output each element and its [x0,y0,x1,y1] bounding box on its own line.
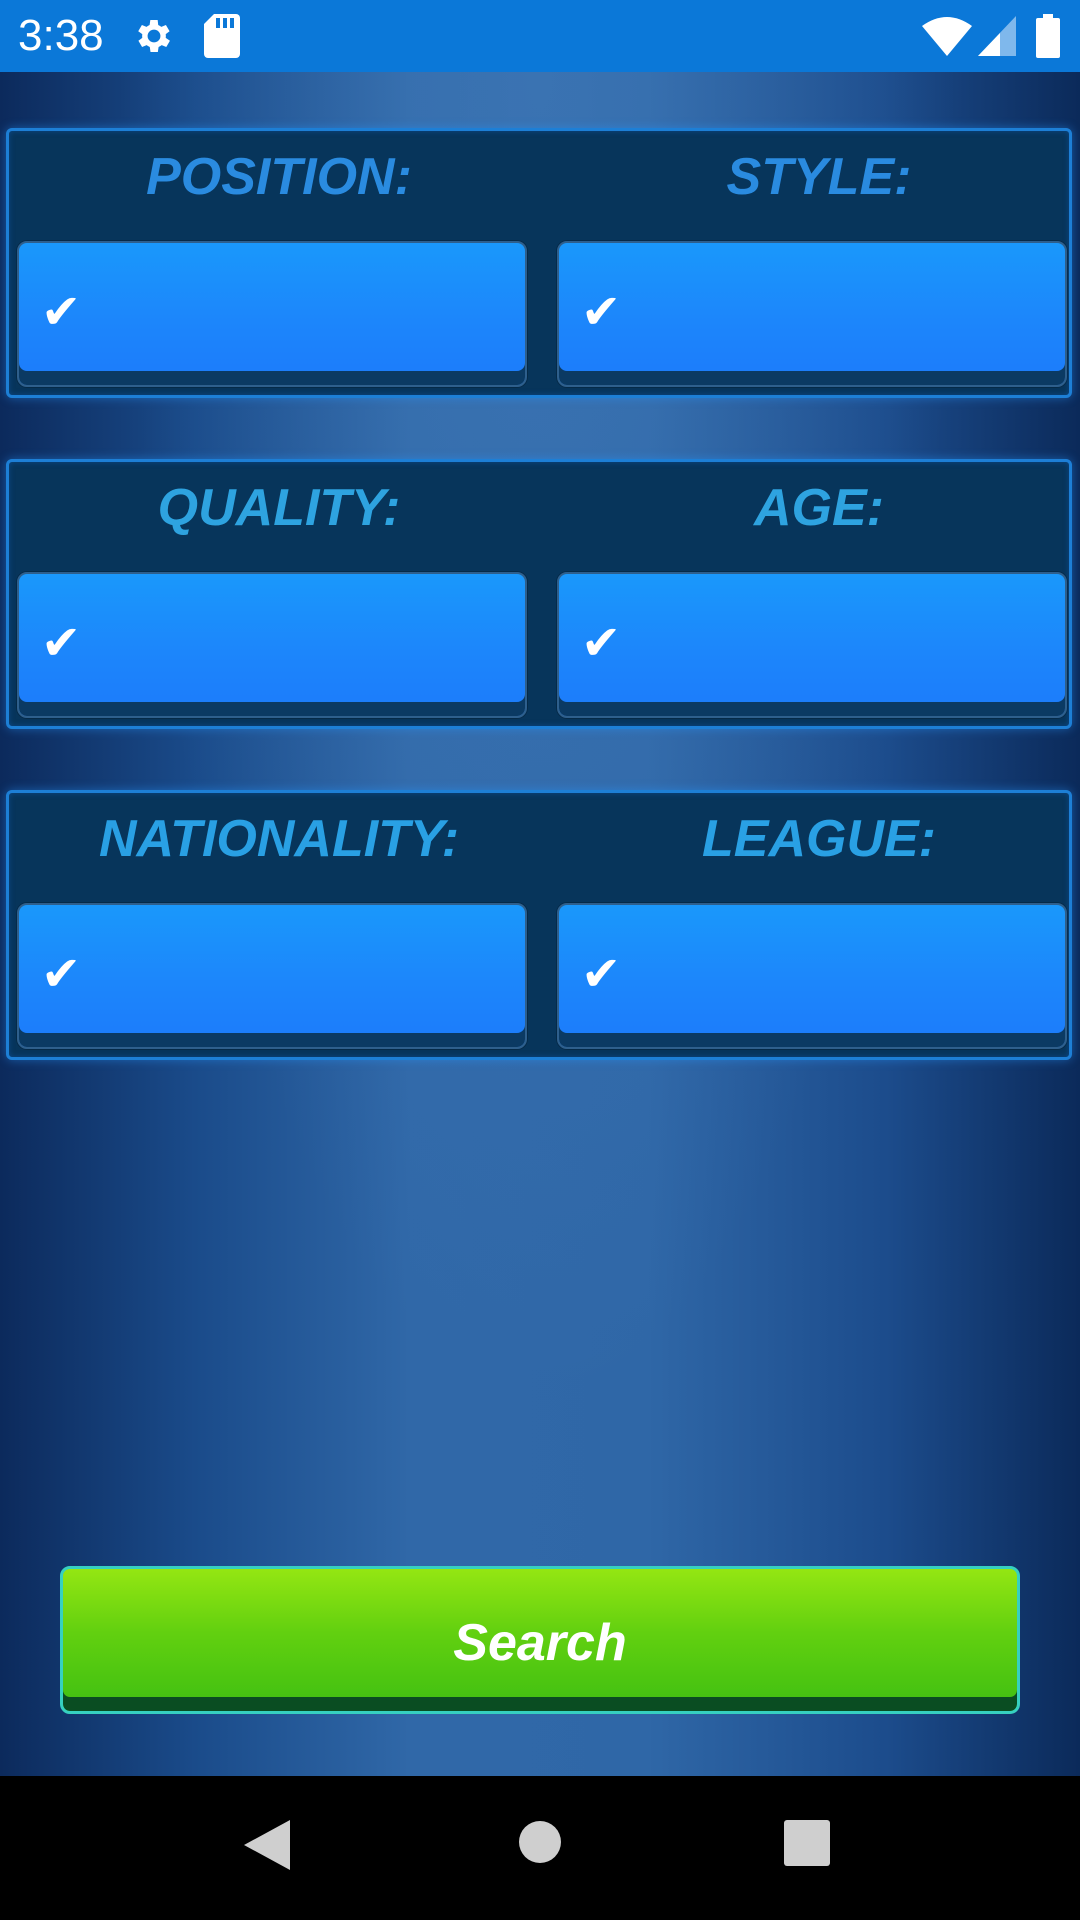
filter-panel-position-style: POSITION: STYLE: ✔ ✔ [6,128,1072,398]
style-label: STYLE: [726,148,912,206]
checkmark-icon: ✔ [41,948,82,1001]
filter-panel-quality-age: QUALITY: AGE: ✔ ✔ [6,459,1072,729]
recents-icon[interactable] [784,1820,830,1871]
age-select-button[interactable]: ✔ [557,572,1067,718]
nationality-label: NATIONALITY: [98,810,460,868]
home-icon[interactable] [518,1820,562,1869]
checkmark-icon: ✔ [581,617,622,670]
position-select-button[interactable]: ✔ [17,241,527,387]
battery-icon [1036,14,1060,63]
quality-label: QUALITY: [157,479,401,537]
position-label: POSITION: [146,148,412,206]
sd-card-icon [204,14,240,63]
navigation-bar [0,1776,1080,1920]
quality-select-button[interactable]: ✔ [17,572,527,718]
league-select-button[interactable]: ✔ [557,903,1067,1049]
checkmark-icon: ✔ [41,286,82,339]
search-button[interactable]: Search [60,1566,1020,1714]
age-label: AGE: [754,479,884,537]
style-select-button[interactable]: ✔ [557,241,1067,387]
cell-signal-icon [978,16,1016,61]
filter-panel-nationality-league: NATIONALITY: LEAGUE: ✔ ✔ [6,790,1072,1060]
back-icon[interactable] [244,1820,290,1875]
checkmark-icon: ✔ [41,617,82,670]
checkmark-icon: ✔ [581,286,622,339]
wifi-icon [922,16,972,61]
search-button-label: Search [453,1614,627,1672]
gear-icon [132,14,176,63]
checkmark-icon: ✔ [581,948,622,1001]
status-bar: 3:38 [0,0,1080,72]
status-time: 3:38 [18,11,104,60]
nationality-select-button[interactable]: ✔ [17,903,527,1049]
league-label: LEAGUE: [702,810,936,868]
